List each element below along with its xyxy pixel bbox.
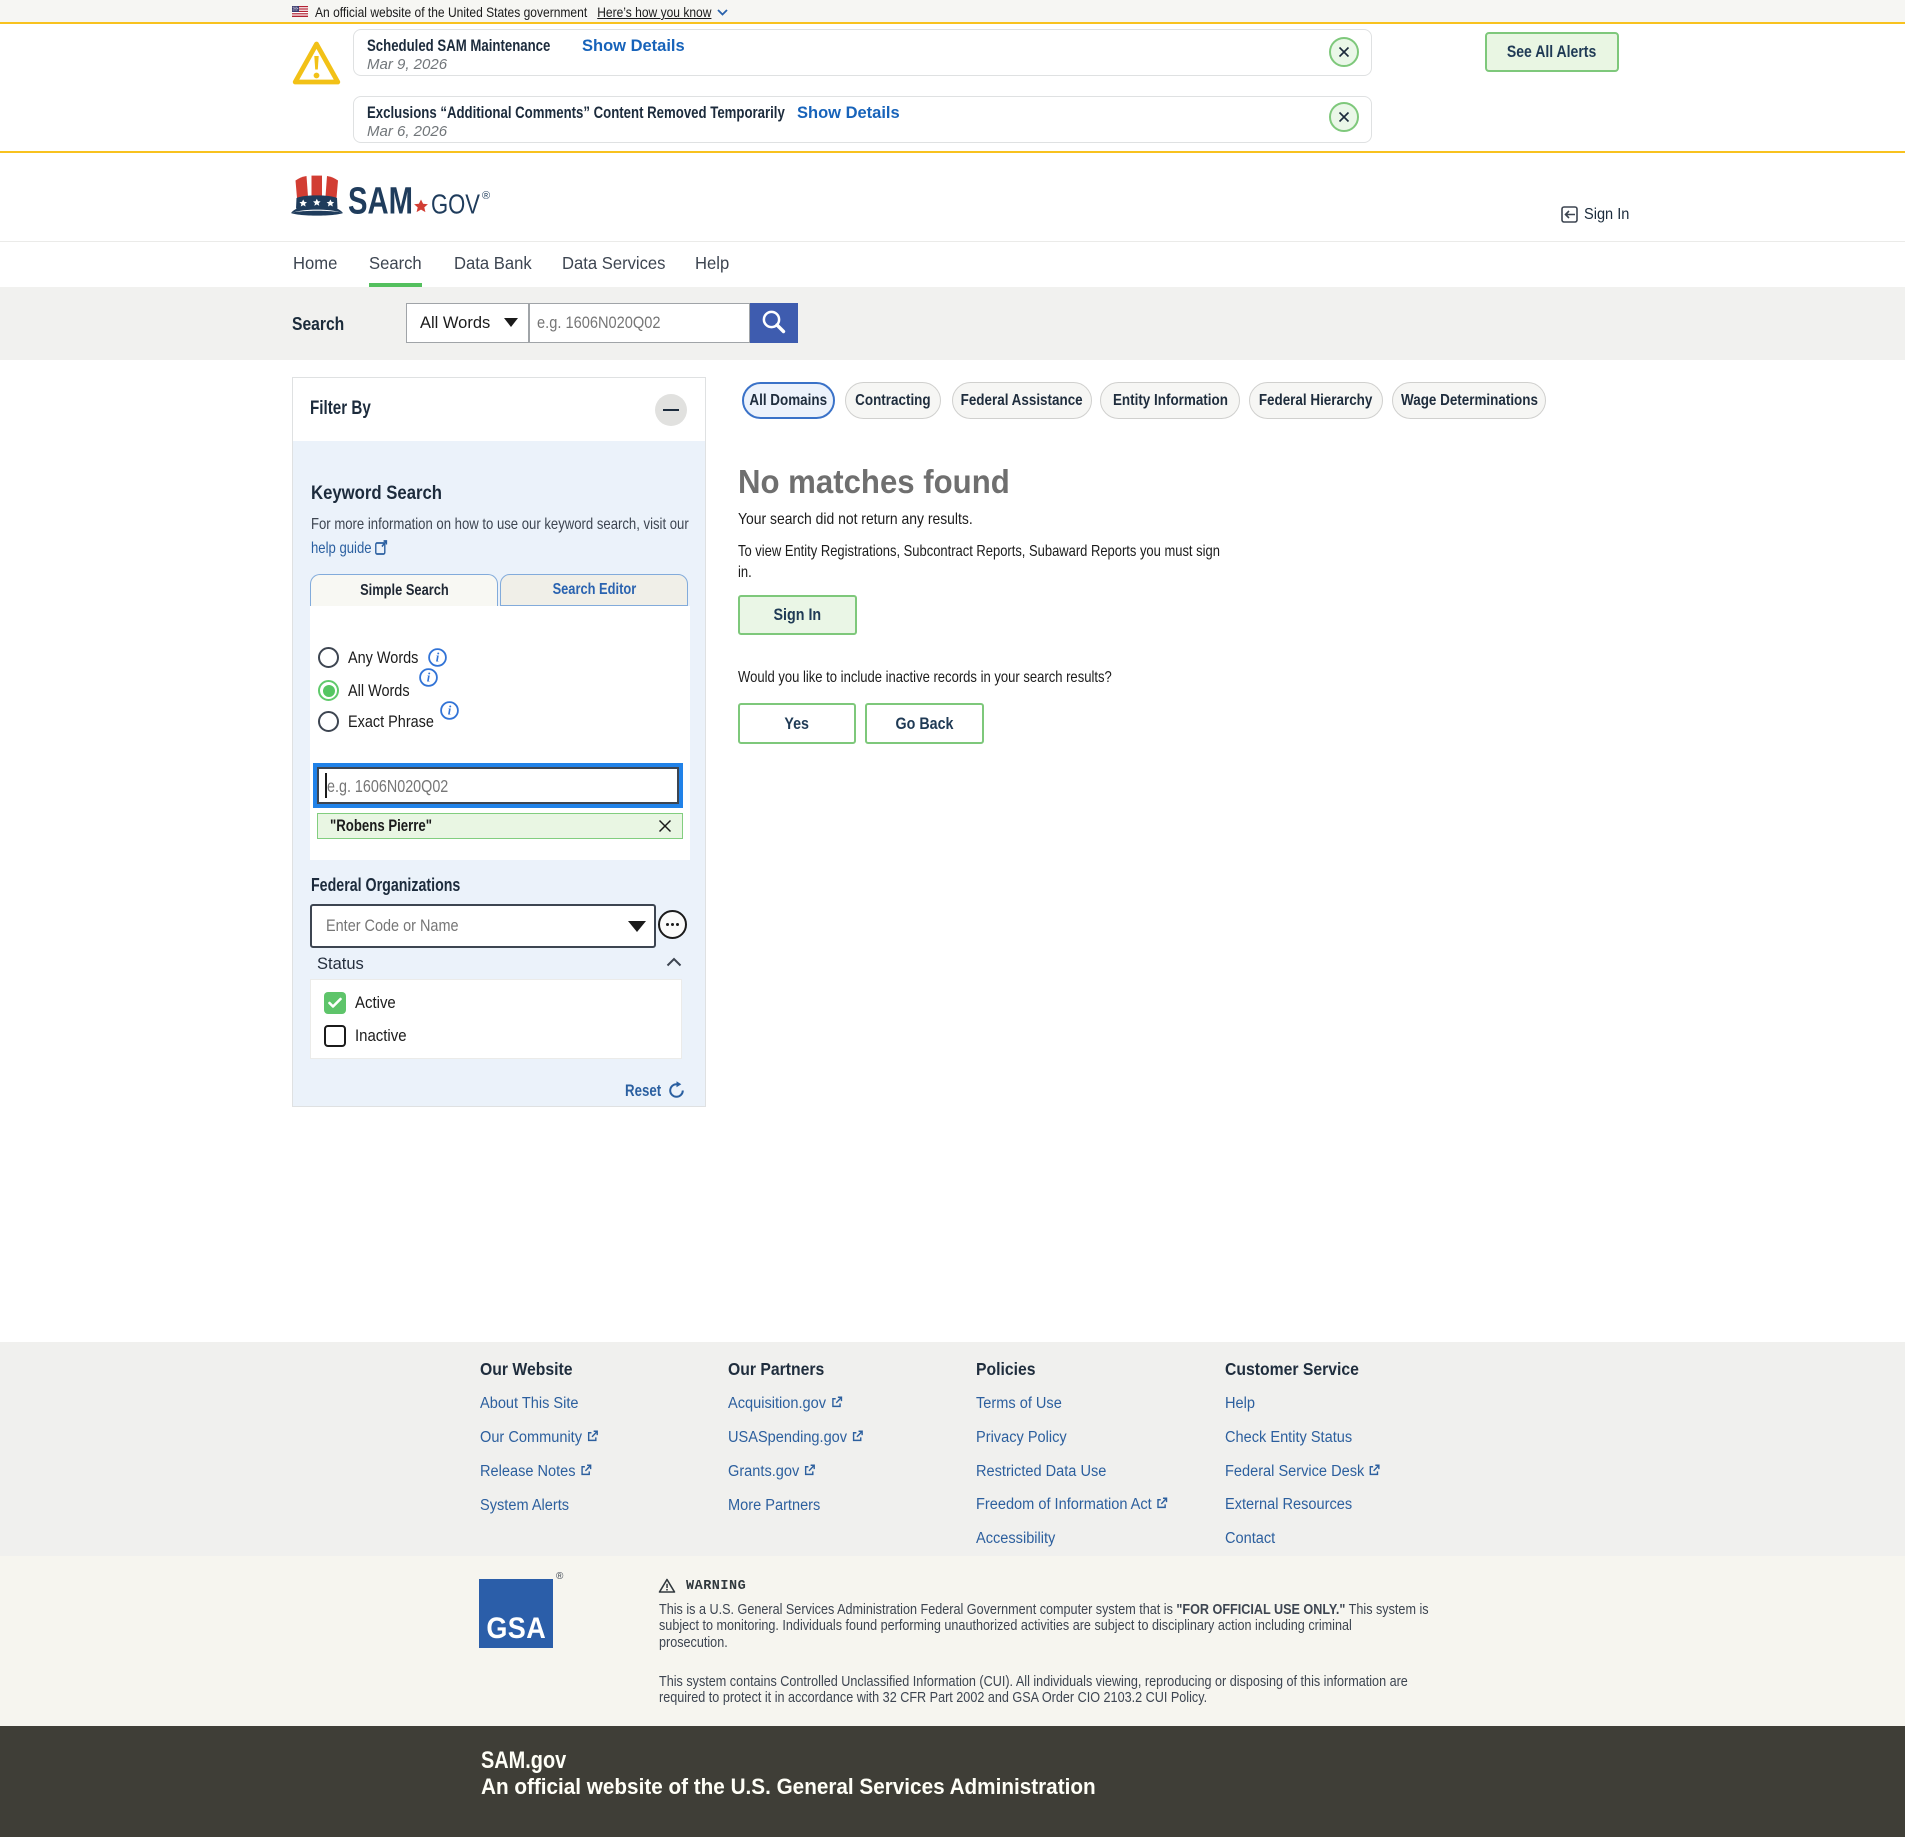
svg-text:GOV: GOV [431, 189, 480, 220]
svg-text:i: i [427, 671, 431, 685]
svg-text:i: i [448, 704, 452, 718]
svg-text:i: i [436, 651, 440, 665]
svg-text:SAM: SAM [348, 181, 413, 220]
svg-text:®: ® [482, 190, 490, 202]
